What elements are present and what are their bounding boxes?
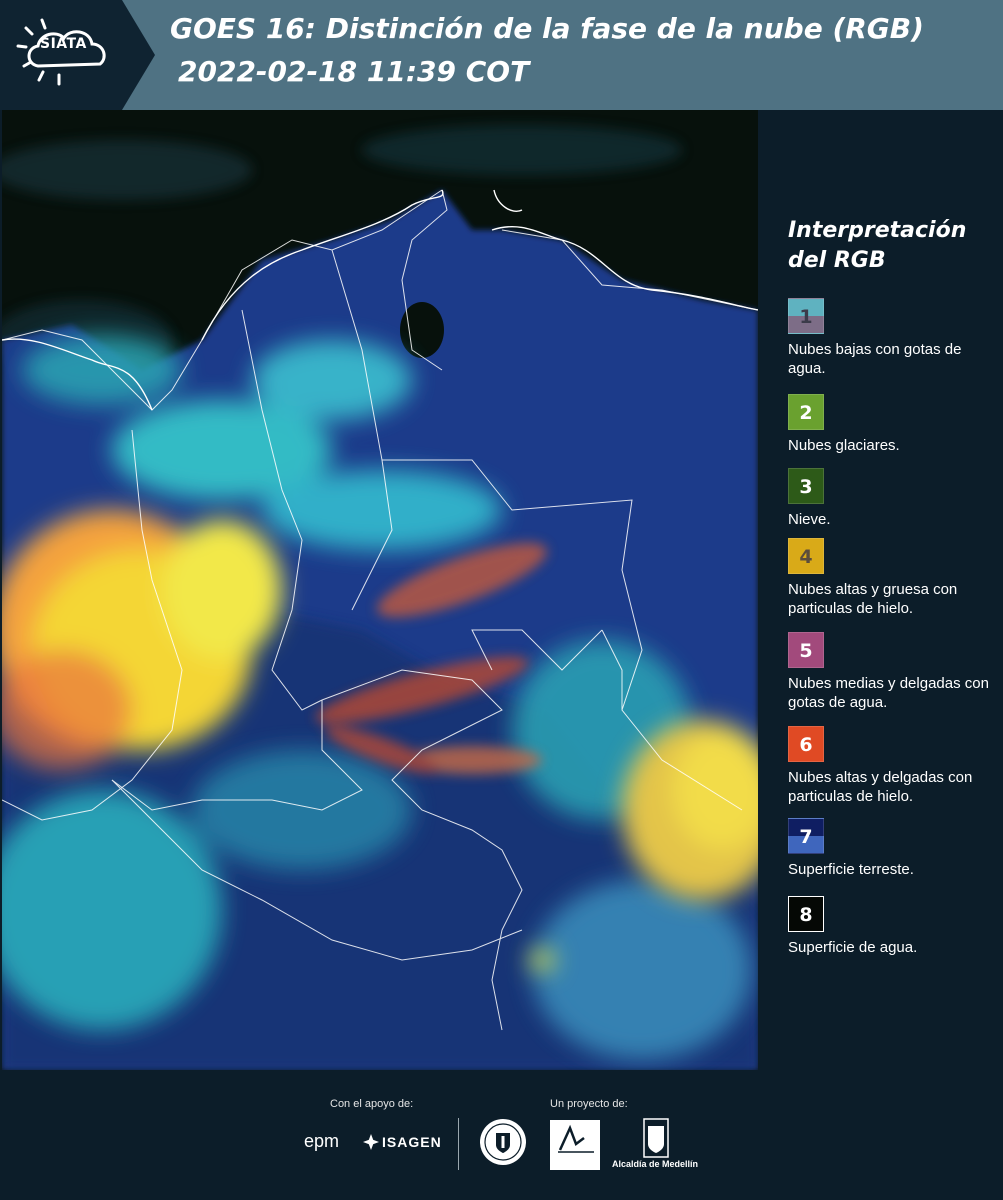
legend-number-4: 4 <box>799 546 813 568</box>
legend-swatch-6: 6 <box>788 726 824 762</box>
legend-label-5: Nubes medias y delgadas con gotas de agu… <box>788 675 989 711</box>
satellite-map[interactable] <box>2 110 758 1070</box>
legend-panel: Interpretación del RGB 1 Nubes bajas con… <box>760 110 1003 1070</box>
legend-number-6: 6 <box>799 734 813 756</box>
header-bar: SIATA GOES 16: Distinción de la fase de … <box>0 0 1003 110</box>
legend-label-3: Nieve. <box>788 511 831 528</box>
footer-bar: Con el apoyo de: Un proyecto de: epm ISA… <box>0 1070 1003 1200</box>
page-title: GOES 16: Distinción de la fase de la nub… <box>170 12 924 45</box>
university-seal-icon <box>480 1119 526 1165</box>
legend-swatch-5: 5 <box>788 632 824 668</box>
legend-number-5: 5 <box>799 640 813 662</box>
support-label: Con el apoyo de: <box>330 1098 414 1110</box>
legend-item-1: 1 Nubes bajas con gotas de agua. <box>788 298 1000 378</box>
siata-logo-icon <box>16 18 106 86</box>
alcaldia-shield-icon <box>643 1118 669 1158</box>
project-label: Un proyecto de: <box>550 1098 628 1110</box>
legend-label-6: Nubes altas y delgadas con particulas de… <box>788 769 973 805</box>
satellite-image <box>2 110 758 1070</box>
legend-number-7: 7 <box>799 826 813 848</box>
legend-item-8: 8 Superficie de agua. <box>788 896 1000 957</box>
legend-item-7: 7 Superficie terreste. <box>788 818 1000 879</box>
legend-swatch-7: 7 <box>788 818 824 854</box>
legend-swatch-8: 8 <box>788 896 824 932</box>
alcaldia-text: Alcaldía de Medellín <box>612 1159 699 1169</box>
isagen-mark-icon <box>363 1134 379 1150</box>
legend-label-1: Nubes bajas con gotas de agua. <box>788 341 962 377</box>
legend-swatch-2: 2 <box>788 394 824 430</box>
legend-label-7: Superficie terreste. <box>788 861 914 878</box>
legend-label-2: Nubes glaciares. <box>788 437 900 454</box>
legend-swatch-3: 3 <box>788 468 824 504</box>
area-metropolitana-text: METROPOLITANA Valle de Aburrá <box>553 1155 597 1167</box>
legend-item-3: 3 Nieve. <box>788 468 1000 529</box>
legend-number-3: 3 <box>799 476 813 498</box>
legend-number-2: 2 <box>799 402 813 424</box>
logo-panel: SIATA <box>0 0 155 110</box>
legend-swatch-1: 1 <box>788 298 824 334</box>
isagen-logo: ISAGEN <box>382 1134 442 1150</box>
legend-item-2: 2 Nubes glaciares. <box>788 394 1000 455</box>
legend-number-1: 1 <box>799 306 813 328</box>
legend-item-6: 6 Nubes altas y delgadas con particulas … <box>788 726 1000 806</box>
legend-swatch-4: 4 <box>788 538 824 574</box>
epm-logo: epm <box>304 1131 340 1151</box>
legend-title: Interpretación del RGB <box>788 218 967 273</box>
page-timestamp: 2022-02-18 11:39 COT <box>178 55 530 88</box>
legend-number-8: 8 <box>799 904 813 926</box>
siata-logo-text: SIATA <box>40 36 87 52</box>
legend-item-5: 5 Nubes medias y delgadas con gotas de a… <box>788 632 1000 712</box>
legend-label-8: Superficie de agua. <box>788 939 918 956</box>
footer-divider <box>458 1118 459 1170</box>
legend-item-4: 4 Nubes altas y gruesa con particulas de… <box>788 538 1000 618</box>
legend-label-4: Nubes altas y gruesa con particulas de h… <box>788 581 958 617</box>
